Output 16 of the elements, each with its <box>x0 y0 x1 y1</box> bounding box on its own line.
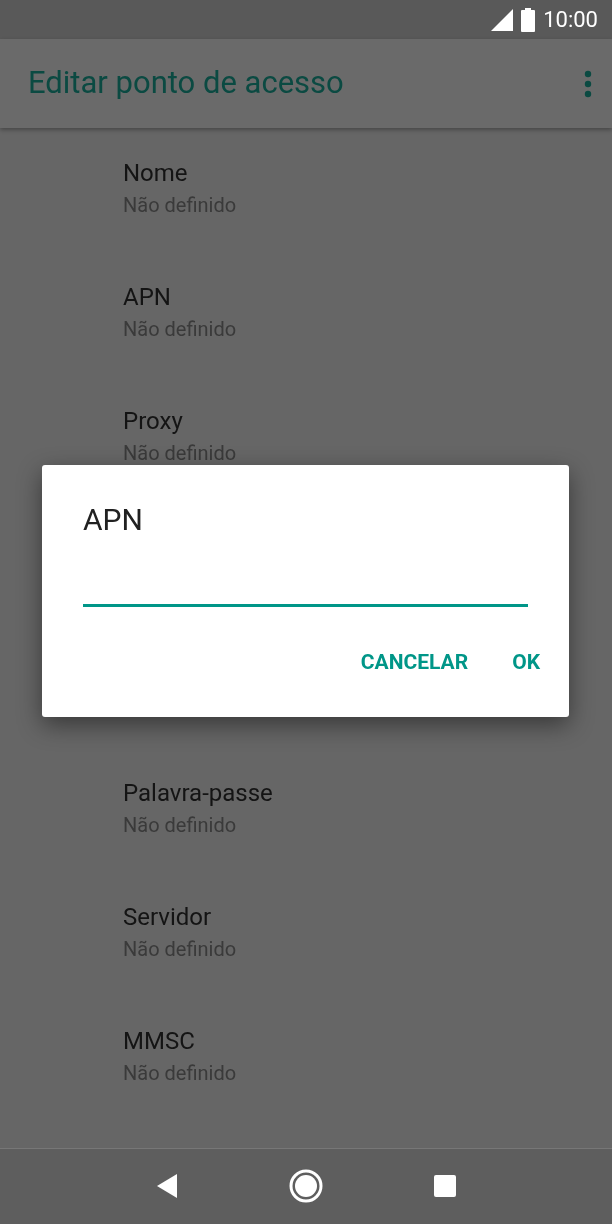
item-title: Proxy <box>123 405 184 437</box>
dialog-title: APN <box>83 501 144 539</box>
item-title: MMSC <box>123 1025 196 1057</box>
item-title: Servidor <box>123 901 213 933</box>
item-title: Palavra-passe <box>123 777 274 809</box>
back-icon[interactable] <box>155 1173 179 1200</box>
recents-icon[interactable] <box>433 1174 457 1199</box>
dialog-button[interactable]: CANCELAR <box>346 641 483 685</box>
battery-icon <box>521 7 536 32</box>
screen-title: Editar ponto de acesso <box>28 63 344 104</box>
item-title: Nome <box>123 157 189 189</box>
dialog-button[interactable]: OK <box>498 641 554 685</box>
item-title: APN <box>123 281 172 313</box>
clock: 10:00 <box>543 6 598 35</box>
signal-icon <box>491 8 514 31</box>
home-icon[interactable] <box>289 1169 323 1204</box>
